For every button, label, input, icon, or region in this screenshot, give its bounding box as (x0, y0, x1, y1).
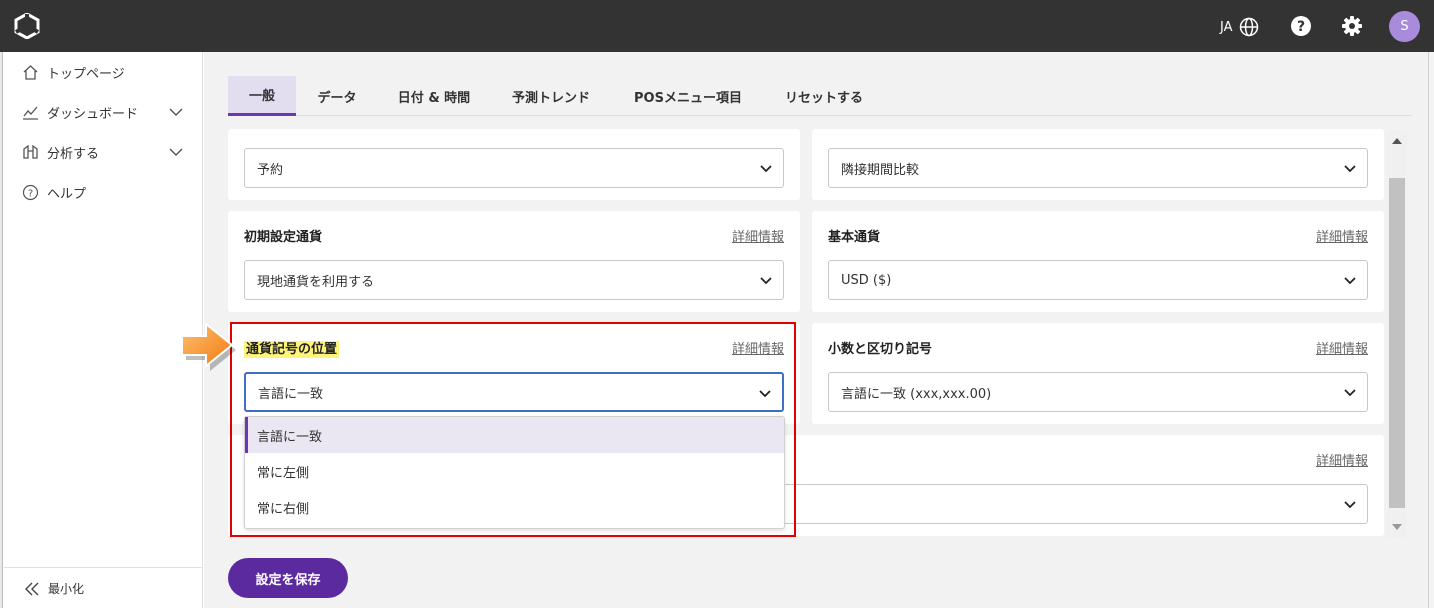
symbol-position-label: 通貨記号の位置 (244, 338, 340, 358)
default-currency-label: 初期設定通貨 (244, 230, 323, 245)
base-currency-select[interactable]: USD ($) (828, 260, 1368, 300)
symbol-position-card: 通貨記号の位置 詳細情報 言語に一致 (228, 323, 800, 424)
chevron-down-icon (759, 390, 771, 398)
default-currency-details-link[interactable]: 詳細情報 (732, 226, 784, 245)
tab-general[interactable]: 一般 (228, 76, 296, 116)
save-settings-button[interactable]: 設定を保存 (228, 558, 348, 598)
sidebar-item-label: ダッシュボード (47, 106, 139, 122)
sidebar-item-help[interactable]: ? ヘルプ (22, 181, 86, 203)
symbol-position-details-link[interactable]: 詳細情報 (732, 338, 784, 357)
language-code: JA (1220, 19, 1233, 35)
sidebar-footer: 最小化 (4, 567, 203, 608)
decimal-separator-select[interactable]: 言語に一致 (xxx,xxx.00) (828, 372, 1368, 412)
chevron-down-icon (1344, 389, 1356, 397)
default-currency-select[interactable]: 現地通貨を利用する (244, 260, 784, 300)
tab-forecast-trend[interactable]: 予測トレンド (504, 76, 598, 116)
app-logo-icon[interactable] (14, 13, 40, 39)
window-frame-right (1428, 52, 1434, 608)
highlighted-label-text: 通貨記号の位置 (244, 341, 340, 358)
decimal-separator-label: 小数と区切り記号 (828, 342, 933, 357)
minimize-sidebar-button[interactable]: 最小化 (24, 580, 84, 597)
svg-text:?: ? (1297, 19, 1305, 35)
reservation-select[interactable]: 予約 (244, 148, 784, 188)
svg-text:?: ? (28, 188, 33, 199)
globe-icon (1239, 17, 1258, 37)
top-bar: JA ? S (0, 0, 1434, 52)
chevron-down-icon[interactable] (168, 144, 184, 160)
decimal-separator-card: 小数と区切り記号 詳細情報 言語に一致 (xxx,xxx.00) (812, 323, 1384, 424)
sidebar-item-label: ヘルプ (47, 186, 87, 202)
binoculars-icon (23, 144, 38, 159)
tab-pos-menu-items[interactable]: POSメニュー項目 (626, 76, 750, 116)
annotation-arrow-icon (181, 321, 236, 371)
comparison-card: 隣接期間比較 (812, 129, 1384, 200)
language-selector[interactable]: JA (1220, 17, 1259, 37)
chevron-down-icon (760, 277, 772, 285)
scroll-thumb[interactable] (1389, 178, 1405, 508)
select-value: 予約 (257, 162, 284, 178)
comparison-select[interactable]: 隣接期間比較 (828, 148, 1368, 188)
base-currency-card: 基本通貨 詳細情報 USD ($) (812, 211, 1384, 312)
help-icon[interactable]: ? (1290, 15, 1312, 37)
scroll-up-arrow-icon[interactable] (1392, 138, 1402, 144)
home-icon (23, 64, 38, 80)
tab-reset[interactable]: リセットする (778, 76, 870, 116)
sidebar-item-label: トップページ (47, 66, 125, 82)
select-value: USD ($) (841, 272, 892, 288)
dropdown-option-match-language[interactable]: 言語に一致 (245, 417, 784, 453)
user-avatar[interactable]: S (1389, 11, 1420, 42)
chevron-down-icon[interactable] (168, 104, 184, 120)
symbol-position-dropdown: 言語に一致 常に左側 常に右側 (244, 416, 785, 529)
chevron-down-icon (1344, 277, 1356, 285)
symbol-position-select[interactable]: 言語に一致 (244, 372, 784, 412)
minimize-label: 最小化 (48, 582, 85, 596)
dropdown-option-always-right[interactable]: 常に右側 (245, 489, 784, 525)
sidebar: トップページ ダッシュボード 分析する ? ヘルプ 最小化 (4, 52, 203, 608)
sidebar-item-analyze[interactable]: 分析する (22, 141, 99, 163)
select-value: 隣接期間比較 (841, 162, 920, 178)
tab-data[interactable]: データ (308, 76, 366, 116)
settings-gear-icon[interactable] (1341, 15, 1363, 37)
select-value: 現地通貨を利用する (257, 274, 375, 290)
chevron-down-icon (1344, 165, 1356, 173)
content-scrollbar[interactable] (1387, 130, 1407, 538)
default-currency-card: 初期設定通貨 詳細情報 現地通貨を利用する (228, 211, 800, 312)
chevron-down-icon (760, 165, 772, 173)
dropdown-option-always-left[interactable]: 常に左側 (245, 453, 784, 489)
chart-icon (23, 106, 38, 120)
select-value: 言語に一致 (xxx,xxx.00) (841, 386, 992, 402)
sidebar-item-top-page[interactable]: トップページ (22, 61, 125, 83)
sidebar-item-label: 分析する (47, 146, 100, 162)
decimal-separator-details-link[interactable]: 詳細情報 (1316, 338, 1368, 357)
settings-tabs: 一般 データ 日付 & 時間 予測トレンド POSメニュー項目 リセットする (228, 76, 1412, 116)
window-frame-left (0, 52, 3, 608)
help-circle-icon: ? (22, 184, 39, 200)
select-value: 言語に一致 (258, 386, 324, 402)
base-currency-label: 基本通貨 (828, 230, 881, 245)
sidebar-item-dashboard[interactable]: ダッシュボード (22, 101, 138, 123)
chevron-down-icon (1344, 501, 1356, 509)
additional-setting-details-link[interactable]: 詳細情報 (1316, 450, 1368, 469)
scroll-down-arrow-icon[interactable] (1392, 524, 1402, 530)
reservation-card: 予約 (228, 129, 800, 200)
base-currency-details-link[interactable]: 詳細情報 (1316, 226, 1368, 245)
double-chevron-left-icon (25, 582, 39, 595)
tab-date-time[interactable]: 日付 & 時間 (388, 76, 480, 116)
